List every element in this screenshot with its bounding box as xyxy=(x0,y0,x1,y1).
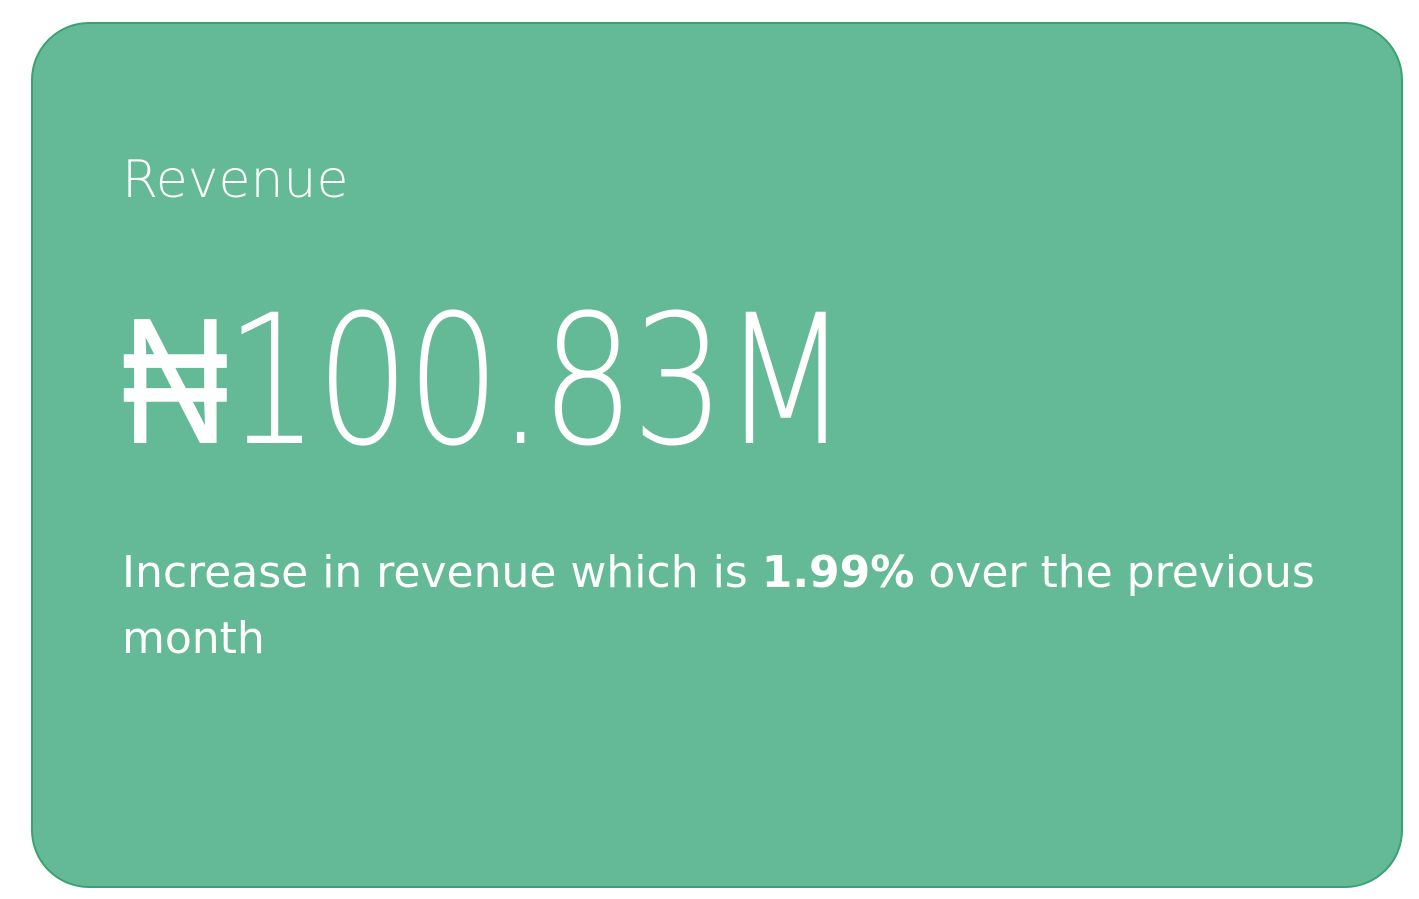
description-prefix: Increase in revenue which is xyxy=(122,547,762,598)
revenue-kpi-card: Revenue ₦100.83M Increase in revenue whi… xyxy=(31,22,1403,888)
card-title: Revenue xyxy=(122,150,349,210)
revenue-change-description: Increase in revenue which is 1.99% over … xyxy=(122,540,1342,672)
change-percentage: 1.99% xyxy=(761,547,915,598)
revenue-value: ₦100.83M xyxy=(122,277,849,486)
